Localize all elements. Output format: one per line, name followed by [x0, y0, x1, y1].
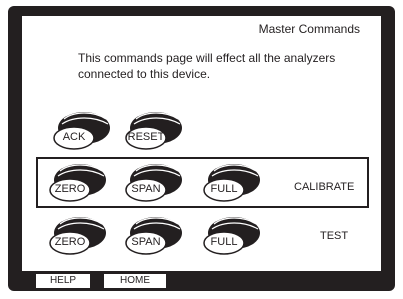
home-softkey[interactable]: HOME: [104, 274, 166, 288]
ack-button[interactable]: ACK: [50, 109, 112, 153]
command-screen: Master Commands This commands page will …: [22, 16, 381, 271]
reset-label: RESET: [127, 131, 165, 143]
calibrate-span-button[interactable]: SPAN: [122, 161, 184, 205]
test-span-label: SPAN: [131, 236, 161, 248]
calibrate-zero-label: ZERO: [54, 183, 86, 195]
calibrate-full-label: FULL: [210, 183, 238, 195]
test-full-label: FULL: [210, 236, 238, 248]
calibrate-row-label: CALIBRATE: [294, 181, 355, 193]
page-title: Master Commands: [258, 22, 360, 36]
calibrate-zero-button[interactable]: ZERO: [46, 161, 108, 205]
test-zero-button[interactable]: ZERO: [46, 214, 108, 258]
calibrate-span-label: SPAN: [131, 183, 161, 195]
page-description: This commands page will effect all the a…: [78, 51, 336, 81]
calibrate-full-button[interactable]: FULL: [200, 161, 262, 205]
reset-button[interactable]: RESET: [122, 109, 184, 153]
ack-label: ACK: [62, 131, 86, 143]
test-full-button[interactable]: FULL: [200, 214, 262, 258]
test-zero-label: ZERO: [54, 236, 86, 248]
help-softkey[interactable]: HELP: [36, 274, 90, 288]
test-span-button[interactable]: SPAN: [122, 214, 184, 258]
test-row-label: TEST: [320, 230, 349, 242]
